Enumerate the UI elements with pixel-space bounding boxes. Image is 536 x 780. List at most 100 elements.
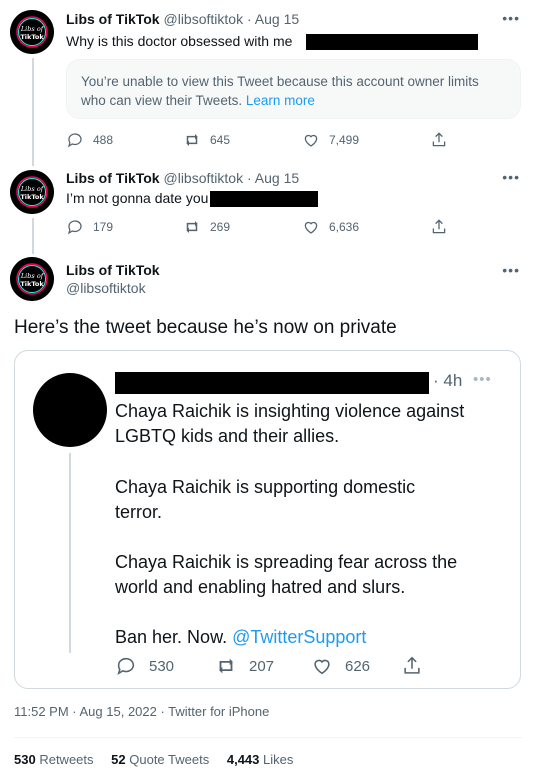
thread-line: [69, 453, 71, 653]
tweet-text: Why is this doctor obsessed with me: [66, 33, 293, 49]
quoted-paragraph: Chaya Raichik is insighting violence aga…: [115, 399, 464, 449]
author-handle[interactable]: @libsoftiktok: [164, 170, 244, 186]
likes-label: Likes: [263, 752, 294, 767]
quoted-tweet-actions: 530 207 626: [115, 655, 435, 679]
more-icon[interactable]: •••: [502, 10, 520, 26]
quoted-tweet-image[interactable]: · 4h ••• Chaya Raichik is insighting vio…: [14, 350, 521, 689]
quoted-line: Chaya Raichik is insighting violence aga…: [115, 401, 465, 421]
retweets-label: Retweets: [39, 752, 94, 767]
author-name[interactable]: Libs of TikTok: [66, 262, 160, 278]
tweet-text: I’m not gonna date you: [66, 190, 209, 206]
author-handle[interactable]: @libsoftiktok: [66, 280, 146, 296]
quotes-stat[interactable]: 52 Quote Tweets: [111, 752, 213, 767]
retweet-button[interactable]: 269: [183, 218, 230, 236]
reply-icon: [67, 220, 82, 235]
retweets-stat[interactable]: 530 Retweets: [14, 752, 97, 767]
svg-text:TikTok: TikTok: [20, 193, 44, 201]
like-button: 626: [311, 655, 370, 677]
share-icon: [432, 132, 446, 147]
redacted-avatar: [33, 373, 107, 447]
divider: [14, 737, 522, 738]
like-icon: [304, 134, 318, 147]
tweet-text-row: I’m not gonna date you: [66, 189, 319, 208]
like-count: 7,499: [329, 133, 360, 147]
likes-count: 4,443: [226, 752, 260, 767]
more-icon: •••: [473, 371, 492, 388]
reply-count: 179: [93, 220, 114, 234]
quotes-label: Quote Tweets: [129, 752, 210, 767]
tweet-date[interactable]: Aug 15: [255, 170, 299, 186]
retweet-icon: [219, 658, 233, 674]
quotes-count: 52: [111, 752, 126, 767]
reply-count: 488: [93, 133, 114, 147]
avatar[interactable]: Libs of TikTok: [10, 257, 54, 301]
quoted-tweet-time: · 4h: [433, 371, 463, 390]
retweet-button: 207: [215, 655, 274, 677]
retweet-icon: [186, 134, 198, 146]
tweet-actions: 179 269 6,636: [66, 218, 458, 236]
like-count: 6,636: [329, 220, 360, 234]
svg-text:Libs of: Libs of: [20, 25, 45, 33]
quoted-line: terror.: [115, 502, 163, 522]
tweet-1[interactable]: Libs of TikTok Libs of TikTok @libsoftik…: [0, 0, 536, 166]
quoted-line: Chaya Raichik is supporting domestic: [115, 477, 416, 497]
author-name[interactable]: Libs of TikTok: [66, 170, 160, 186]
thread-line: [32, 218, 34, 254]
reply-button: 530: [115, 655, 174, 677]
quoted-line: Ban her. Now.: [115, 627, 228, 647]
retweet-count: 269: [210, 220, 231, 234]
author-name[interactable]: Libs of TikTok: [66, 11, 160, 27]
redaction-bar: [115, 372, 429, 394]
svg-text:Libs of: Libs of: [20, 272, 45, 280]
tweet-text: Here’s the tweet because he’s now on pri…: [14, 317, 397, 338]
quoted-line: LGBTQ kids and their allies.: [115, 426, 340, 446]
svg-text:TikTok: TikTok: [20, 280, 44, 288]
tweet-actions: 488 645 7,499: [66, 131, 458, 149]
author-handle[interactable]: @libsoftiktok: [164, 11, 244, 27]
retweet-button[interactable]: 645: [183, 131, 230, 149]
retweets-count: 530: [14, 752, 36, 767]
avatar[interactable]: Libs of TikTok: [10, 170, 54, 214]
share-button: [401, 655, 435, 677]
redaction-bar: [306, 34, 479, 51]
like-icon: [304, 221, 318, 234]
retweet-icon: [186, 221, 198, 233]
reply-button[interactable]: 488: [66, 131, 113, 149]
share-icon: [432, 219, 446, 234]
like-count: 626: [345, 657, 371, 675]
learn-more-link[interactable]: Learn more: [246, 93, 315, 108]
libs-of-tiktok-logo-icon: Libs of TikTok: [10, 257, 54, 301]
retweet-count: 207: [249, 657, 275, 675]
tweet-2[interactable]: Libs of TikTok Libs of TikTok @libsoftik…: [0, 160, 536, 254]
avatar[interactable]: Libs of TikTok: [10, 10, 54, 54]
tweet-stats: 530 Retweets 52 Quote Tweets 4,443 Likes: [14, 752, 307, 767]
tweet-date[interactable]: Aug 15: [255, 11, 299, 27]
tweet-timestamp[interactable]: 11:52 PM · Aug 15, 2022 · Twitter for iP…: [14, 704, 269, 719]
libs-of-tiktok-logo-icon: Libs of TikTok: [10, 10, 54, 54]
retweet-count: 645: [210, 133, 231, 147]
share-icon: [404, 656, 420, 674]
svg-text:Libs of: Libs of: [20, 185, 45, 193]
tweet-header: Libs of TikTok @libsoftiktok · Aug 15: [66, 10, 299, 28]
mention-link: @TwitterSupport: [232, 627, 367, 647]
more-icon[interactable]: •••: [502, 262, 520, 278]
tweet-text-row: Why is this doctor obsessed with me: [66, 32, 479, 51]
more-icon[interactable]: •••: [502, 169, 520, 185]
reply-button[interactable]: 179: [66, 218, 113, 236]
unavailable-tweet-notice: You’re unable to view this Tweet because…: [66, 59, 521, 119]
quoted-line: Chaya Raichik is spreading fear across t…: [115, 552, 458, 572]
redaction-bar: [210, 191, 319, 208]
share-button[interactable]: [430, 131, 457, 149]
svg-text:TikTok: TikTok: [20, 33, 44, 41]
like-button[interactable]: 7,499: [302, 131, 359, 149]
like-button[interactable]: 6,636: [302, 218, 359, 236]
reply-icon: [117, 657, 135, 676]
quoted-line: world and enabling hatred and slurs.: [115, 577, 406, 597]
likes-stat[interactable]: 4,443 Likes: [227, 752, 294, 767]
separator: ·: [246, 170, 252, 186]
share-button[interactable]: [430, 218, 457, 236]
quoted-paragraph: Chaya Raichik is spreading fear across t…: [115, 550, 457, 600]
quoted-tweet-header: · 4h •••: [115, 371, 505, 394]
like-icon: [314, 659, 330, 675]
thread-line: [32, 58, 34, 166]
